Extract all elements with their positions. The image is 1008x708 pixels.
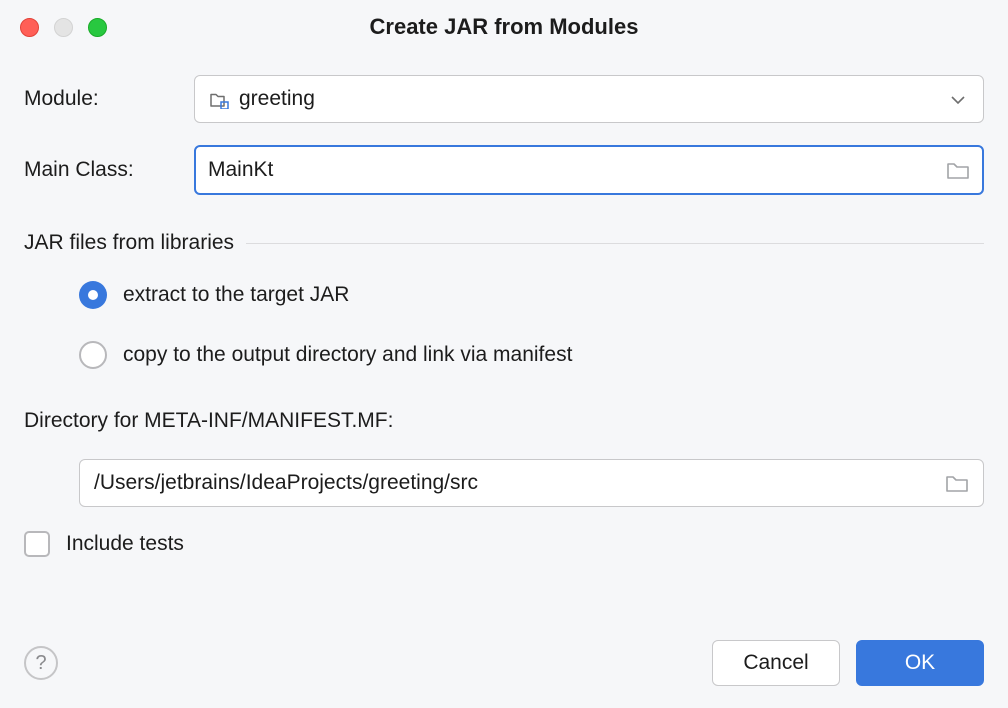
libs-section-label: JAR files from libraries — [24, 231, 984, 255]
ok-button[interactable]: OK — [856, 640, 984, 686]
minimize-button[interactable] — [54, 18, 73, 37]
module-label: Module: — [24, 87, 194, 111]
module-row: Module: greeting — [24, 75, 984, 123]
manifest-dir-input[interactable] — [94, 471, 945, 495]
dialog-content: Module: greeting Main Class: — [0, 50, 1008, 620]
maximize-button[interactable] — [88, 18, 107, 37]
manifest-dir-input-wrap — [79, 459, 984, 507]
libs-radio-group: extract to the target JAR copy to the ou… — [24, 281, 984, 401]
include-tests-checkbox[interactable] — [24, 531, 50, 557]
main-class-label: Main Class: — [24, 158, 194, 182]
radio-copy[interactable]: copy to the output directory and link vi… — [79, 341, 984, 369]
include-tests-label: Include tests — [66, 532, 184, 556]
titlebar: Create JAR from Modules — [0, 0, 1008, 50]
module-icon — [209, 89, 229, 109]
module-value: greeting — [239, 87, 315, 111]
traffic-lights — [20, 18, 107, 37]
main-class-row: Main Class: — [24, 145, 984, 195]
main-class-input-wrap — [194, 145, 984, 195]
radio-extract[interactable]: extract to the target JAR — [79, 281, 984, 309]
radio-copy-label: copy to the output directory and link vi… — [123, 343, 572, 367]
radio-copy-input[interactable] — [79, 341, 107, 369]
radio-extract-label: extract to the target JAR — [123, 283, 349, 307]
radio-extract-input[interactable] — [79, 281, 107, 309]
close-button[interactable] — [20, 18, 39, 37]
window-title: Create JAR from Modules — [20, 14, 988, 40]
module-combo[interactable]: greeting — [194, 75, 984, 123]
browse-icon[interactable] — [945, 471, 969, 495]
dialog-footer: ? Cancel OK — [0, 620, 1008, 708]
divider — [246, 243, 984, 244]
dialog-window: Create JAR from Modules Module: greeting… — [0, 0, 1008, 708]
chevron-down-icon — [951, 87, 965, 111]
browse-icon[interactable] — [946, 158, 970, 182]
main-class-input[interactable] — [208, 158, 946, 182]
include-tests-row: Include tests — [24, 531, 984, 557]
cancel-button[interactable]: Cancel — [712, 640, 840, 686]
manifest-dir-row — [24, 459, 984, 507]
help-button[interactable]: ? — [24, 646, 58, 680]
manifest-dir-label: Directory for META-INF/MANIFEST.MF: — [24, 409, 984, 433]
